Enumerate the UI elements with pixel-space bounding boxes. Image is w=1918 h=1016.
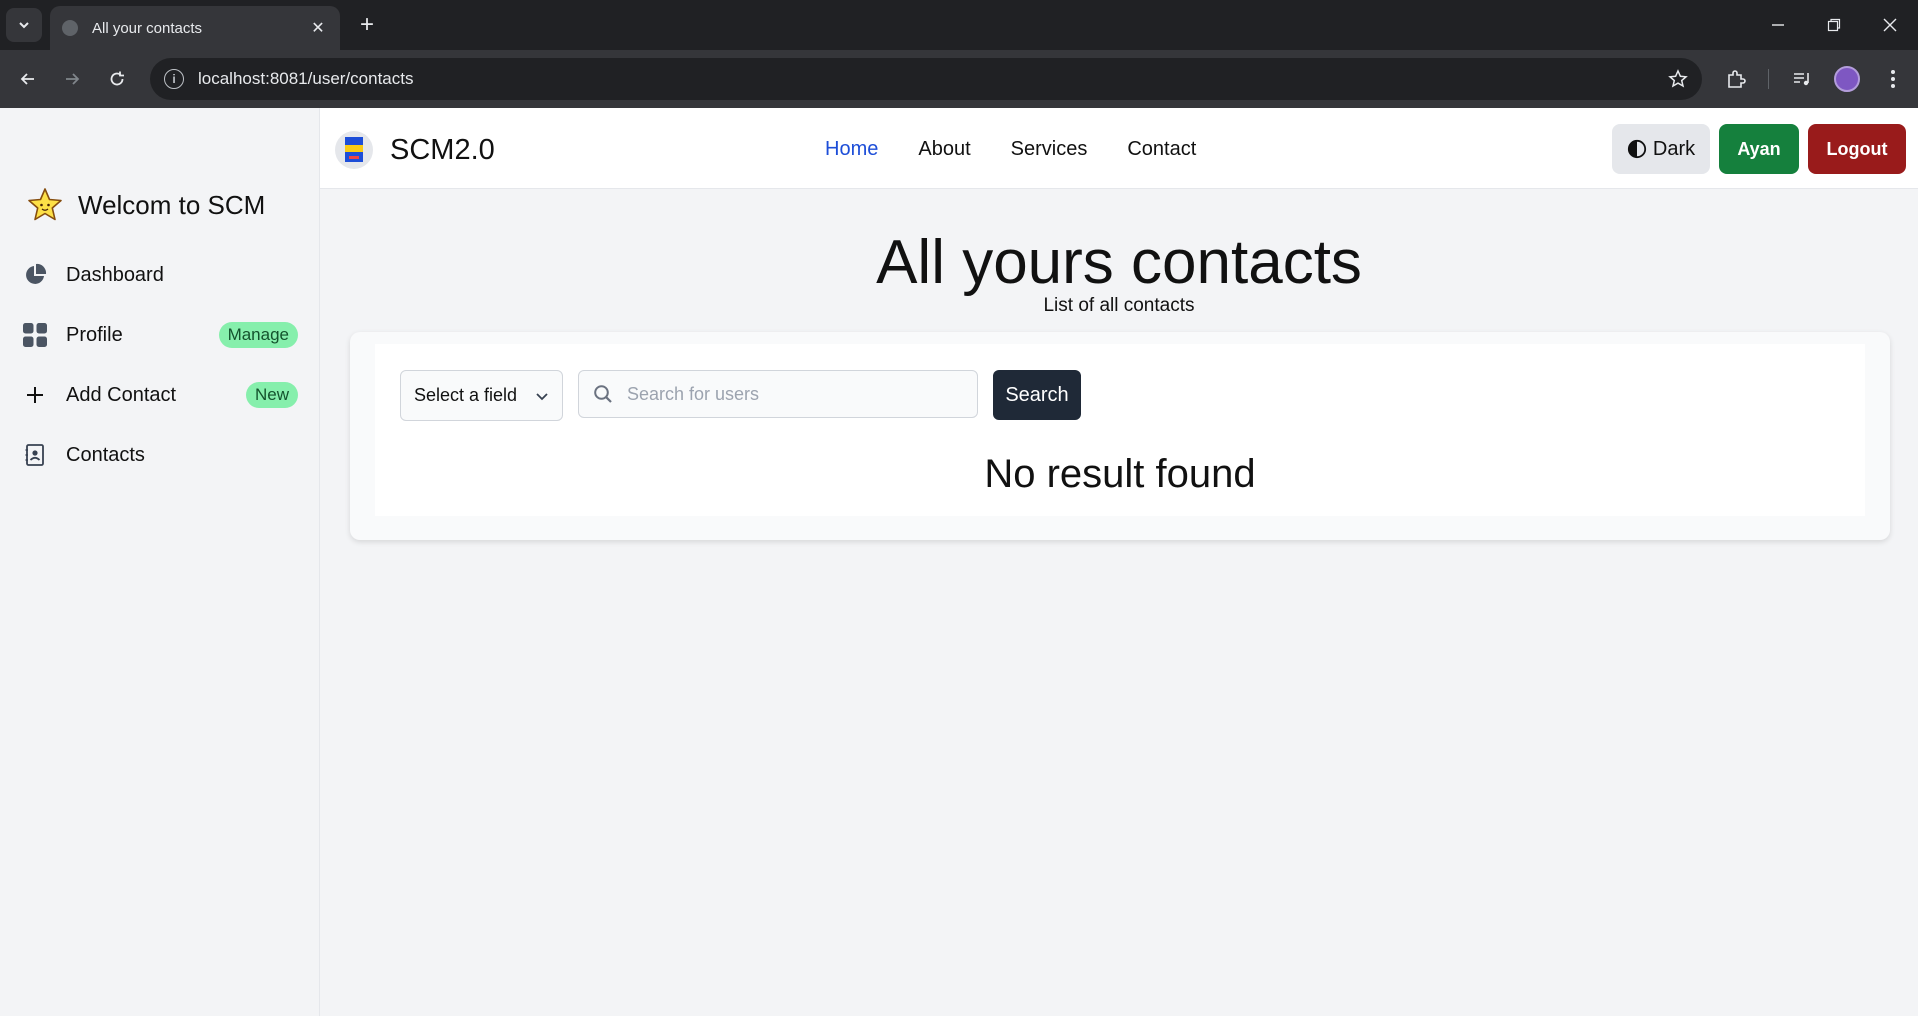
browser-tab-bar: All your contacts ✕ + xyxy=(0,0,1918,50)
chevron-down-icon xyxy=(19,22,29,29)
dark-mode-toggle-button[interactable]: Dark xyxy=(1612,124,1710,174)
empty-state-message: No result found xyxy=(984,452,1256,496)
globe-icon xyxy=(62,20,78,36)
logout-button[interactable]: Logout xyxy=(1808,124,1906,174)
sidebar-item-label: Contacts xyxy=(66,443,145,466)
sidebar-item-add-contact[interactable]: Add Contact New xyxy=(22,375,298,415)
url-text[interactable]: localhost:8081/user/contacts xyxy=(198,69,1668,89)
sidebar-item-dashboard[interactable]: Dashboard xyxy=(22,255,298,295)
sidebar-brand-text: Welcom to SCM xyxy=(78,189,266,220)
forward-button[interactable] xyxy=(54,61,90,97)
page-subtitle: List of all contacts xyxy=(1043,295,1195,316)
user-profile-button[interactable]: Ayan xyxy=(1719,124,1799,174)
field-select[interactable]: Select a field xyxy=(400,370,563,421)
tab-title: All your contacts xyxy=(92,19,203,37)
contacts-card: Select a field Search No result found xyxy=(350,332,1890,540)
media-control-icon[interactable] xyxy=(1788,65,1816,93)
search-icon xyxy=(594,385,612,403)
logo[interactable]: SCM2.0 xyxy=(334,130,495,170)
sidebar-item-label: Add Contact xyxy=(66,383,177,406)
new-tab-button[interactable]: + xyxy=(352,10,382,40)
browser-tab[interactable]: All your contacts ✕ xyxy=(50,6,340,50)
search-button[interactable]: Search xyxy=(993,370,1081,420)
toolbar-divider xyxy=(1768,69,1769,89)
contrast-icon xyxy=(1627,139,1646,159)
restore-icon[interactable] xyxy=(1806,0,1862,50)
minimize-icon[interactable] xyxy=(1750,0,1806,50)
info-icon[interactable]: i xyxy=(164,69,184,89)
arrow-left-icon xyxy=(20,73,34,85)
sidebar-brand[interactable]: Welcom to SCM xyxy=(26,186,265,224)
plus-icon xyxy=(22,382,48,408)
contacts-card-body: Select a field Search No result found xyxy=(375,344,1865,516)
search-input[interactable] xyxy=(627,383,967,405)
close-icon[interactable]: ✕ xyxy=(308,18,328,38)
logo-text: SCM2.0 xyxy=(390,133,495,166)
nav-link-services[interactable]: Services xyxy=(1011,138,1088,161)
reload-button[interactable] xyxy=(99,61,135,97)
address-bar[interactable]: i localhost:8081/user/contacts xyxy=(150,58,1702,100)
sidebar-item-contacts[interactable]: Contacts xyxy=(22,435,298,475)
nav-link-home[interactable]: Home xyxy=(825,138,878,161)
main-content: All yours contacts List of all contacts … xyxy=(320,189,1918,1016)
page-title: All yours contacts xyxy=(876,228,1362,297)
back-button[interactable] xyxy=(10,61,46,97)
manage-badge: Manage xyxy=(218,322,298,348)
new-badge: New xyxy=(245,382,298,408)
pie-chart-icon xyxy=(22,262,48,288)
tab-search-button[interactable] xyxy=(6,8,42,42)
sidebar-item-label: Profile xyxy=(66,323,123,346)
arrow-right-icon xyxy=(66,73,80,85)
contact-card-icon xyxy=(22,442,48,468)
nav-link-about[interactable]: About xyxy=(918,138,970,161)
reload-icon xyxy=(110,71,124,86)
close-window-icon[interactable] xyxy=(1862,0,1918,50)
dark-mode-label: Dark xyxy=(1652,137,1696,160)
nav-link-contact[interactable]: Contact xyxy=(1127,138,1196,161)
extensions-icon[interactable] xyxy=(1722,65,1750,93)
sidebar-item-label: Dashboard xyxy=(66,263,164,286)
logo-icon xyxy=(335,131,373,169)
profile-avatar-button[interactable] xyxy=(1833,65,1861,93)
field-select-value: Select a field xyxy=(414,385,518,405)
sidebar-item-profile[interactable]: Profile Manage xyxy=(22,315,298,355)
sidebar: Welcom to SCM Dashboard Profile Manage A… xyxy=(0,108,320,1016)
avatar xyxy=(1834,66,1860,92)
chevron-down-icon xyxy=(536,392,548,400)
nav-links: Home About Services Contact xyxy=(825,138,1196,161)
star-bookmark-icon[interactable] xyxy=(1668,69,1688,89)
browser-toolbar: i localhost:8081/user/contacts xyxy=(0,50,1918,108)
grid-icon xyxy=(22,322,48,348)
top-navbar: SCM2.0 Home About Services Contact Dark … xyxy=(320,108,1918,189)
search-field[interactable] xyxy=(578,370,978,418)
star-icon xyxy=(28,188,62,221)
more-menu-icon[interactable] xyxy=(1879,65,1907,93)
